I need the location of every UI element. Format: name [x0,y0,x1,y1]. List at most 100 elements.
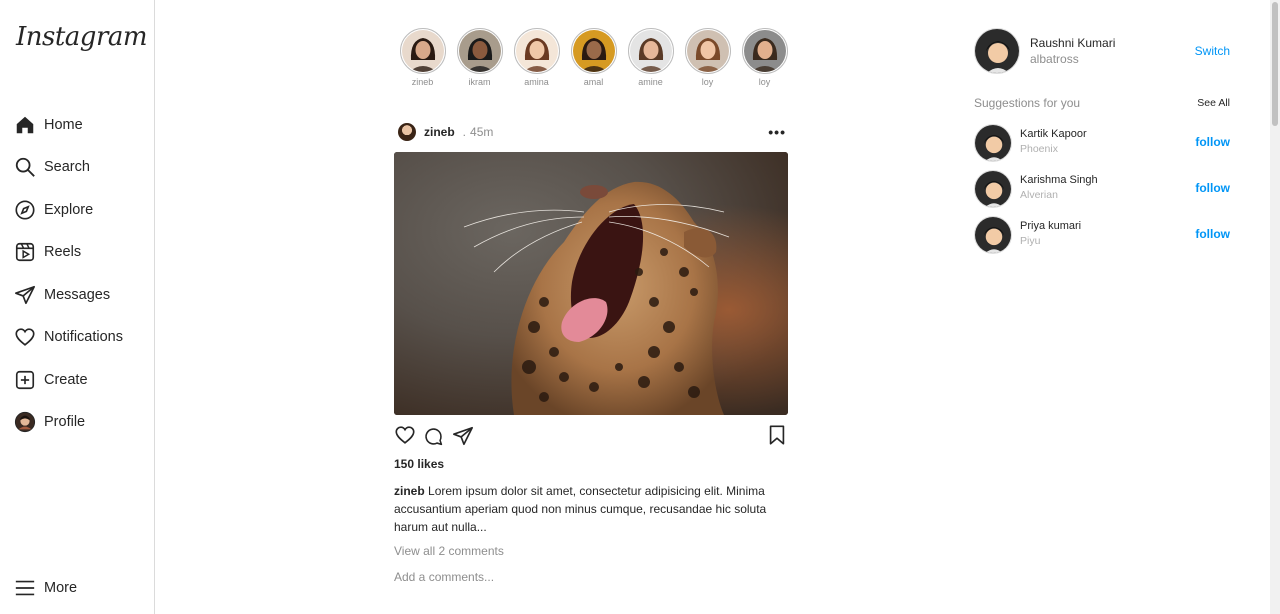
suggestion-name[interactable]: Priya kumari [1020,220,1081,232]
story-username: amal [583,77,604,87]
view-all-comments-link[interactable]: View all 2 comments [394,544,504,558]
story-username: amine [638,77,663,87]
sidebar-item-label: Search [44,159,90,175]
follow-button[interactable]: follow [1195,135,1230,149]
story-item[interactable]: loy [679,28,736,87]
home-icon [14,114,36,136]
follow-button[interactable]: follow [1195,181,1230,195]
suggestion-avatar[interactable] [974,216,1012,254]
story-avatar [686,30,729,72]
suggestion-avatar[interactable] [974,124,1012,162]
sidebar-item-label: Create [44,372,88,388]
story-avatar [515,30,558,72]
sidebar-item-reels[interactable]: Reels [14,238,81,266]
story-item[interactable]: loy [736,28,793,87]
search-icon [14,156,36,178]
sidebar-item-label: Reels [44,244,82,260]
send-icon [14,284,36,306]
current-user-avatar[interactable] [974,28,1020,74]
caption-text: Lorem ipsum dolor sit amet, consectetur … [394,484,767,534]
sidebar-item-more[interactable]: More [14,574,77,602]
sidebar: Instagram Home Search Explore Reels Mess… [0,0,155,614]
suggestions-title: Suggestions for you [974,96,1081,110]
story-ring [741,28,788,74]
sidebar-item-label: Home [44,117,83,133]
caption-author[interactable]: zineb [394,484,425,498]
story-avatar [458,30,501,72]
add-comment-input[interactable] [394,570,694,584]
sidebar-item-messages[interactable]: Messages [14,281,110,309]
feed-post: zineb . 45m ••• 150 likes zineb Lorem ip… [394,120,788,584]
current-user-handle: albatross [1030,52,1079,66]
right-sidebar: Raushni Kumari albatross Switch Suggesti… [974,28,1232,262]
suggestion-item: Karishma Singh Alverian follow [974,170,1232,216]
suggestion-avatar[interactable] [974,170,1012,208]
story-avatar [629,30,672,72]
suggestion-handle: Phoenix [1020,143,1058,155]
sidebar-item-label: Messages [44,287,111,303]
separator-dot: . [462,125,467,139]
story-item[interactable]: zineb [394,28,451,87]
suggestion-handle: Piyu [1020,235,1041,247]
post-author-name[interactable]: zineb [424,125,455,139]
sidebar-item-explore[interactable]: Explore [14,196,93,224]
story-username: loy [758,77,771,87]
story-avatar [572,30,615,72]
sidebar-item-search[interactable]: Search [14,153,90,181]
story-username: loy [701,77,714,87]
sidebar-item-label: Explore [44,202,94,218]
follow-button[interactable]: follow [1195,227,1230,241]
current-user-name[interactable]: Raushni Kumari [1030,36,1115,50]
story-ring [570,28,617,74]
reels-icon [14,241,36,263]
story-ring [456,28,503,74]
sidebar-item-notifications[interactable]: Notifications [14,323,123,351]
suggestions-list: Kartik Kapoor Phoenix follow Karishma Singh… [974,124,1232,262]
suggestion-item: Priya kumari Piyu follow [974,216,1232,262]
story-username: ikram [468,77,491,87]
suggestion-item: Kartik Kapoor Phoenix follow [974,124,1232,170]
post-image[interactable] [394,152,788,415]
story-item[interactable]: amina [508,28,565,87]
hamburger-menu-icon [14,577,36,599]
post-header: zineb . 45m ••• [394,120,788,144]
story-ring [513,28,560,74]
leopard-photo [394,152,788,415]
sidebar-item-home[interactable]: Home [14,111,83,139]
bookmark-icon[interactable] [766,424,788,446]
suggestion-name[interactable]: Karishma Singh [1020,174,1098,186]
story-username: zineb [411,77,434,87]
post-author-avatar[interactable] [398,123,416,141]
see-all-link[interactable]: See All [1197,97,1230,109]
suggestions-header: Suggestions for you See All [974,96,1232,116]
more-options-button[interactable]: ••• [768,124,786,140]
switch-account-button[interactable]: Switch [1195,44,1230,58]
sidebar-item-create[interactable]: Create [14,366,88,394]
sidebar-item-label: Notifications [44,329,123,345]
like-heart-icon[interactable] [394,424,416,446]
heart-icon [14,326,36,348]
share-send-icon[interactable] [452,425,474,447]
page-scrollbar[interactable] [1270,0,1280,614]
current-user-card: Raushni Kumari albatross Switch [974,28,1232,76]
suggestion-handle: Alverian [1020,189,1058,201]
suggestion-name[interactable]: Kartik Kapoor [1020,128,1087,140]
story-avatar [743,30,786,72]
story-item[interactable]: amine [622,28,679,87]
sidebar-item-profile[interactable]: Profile [14,408,85,436]
scrollbar-thumb[interactable] [1272,2,1278,126]
story-username: amina [524,77,549,87]
story-ring [399,28,446,74]
story-avatar [401,30,444,72]
instagram-logo[interactable]: Instagram [16,22,148,52]
sidebar-item-label: More [44,580,78,596]
like-count[interactable]: 150 likes [394,457,444,471]
sidebar-item-label: Profile [44,414,86,430]
story-ring [627,28,674,74]
story-item[interactable]: amal [565,28,622,87]
comment-bubble-icon[interactable] [423,426,445,448]
post-actions [394,424,788,446]
post-timestamp: 45m [470,125,494,139]
plus-square-icon [14,369,36,391]
story-item[interactable]: ikram [451,28,508,87]
